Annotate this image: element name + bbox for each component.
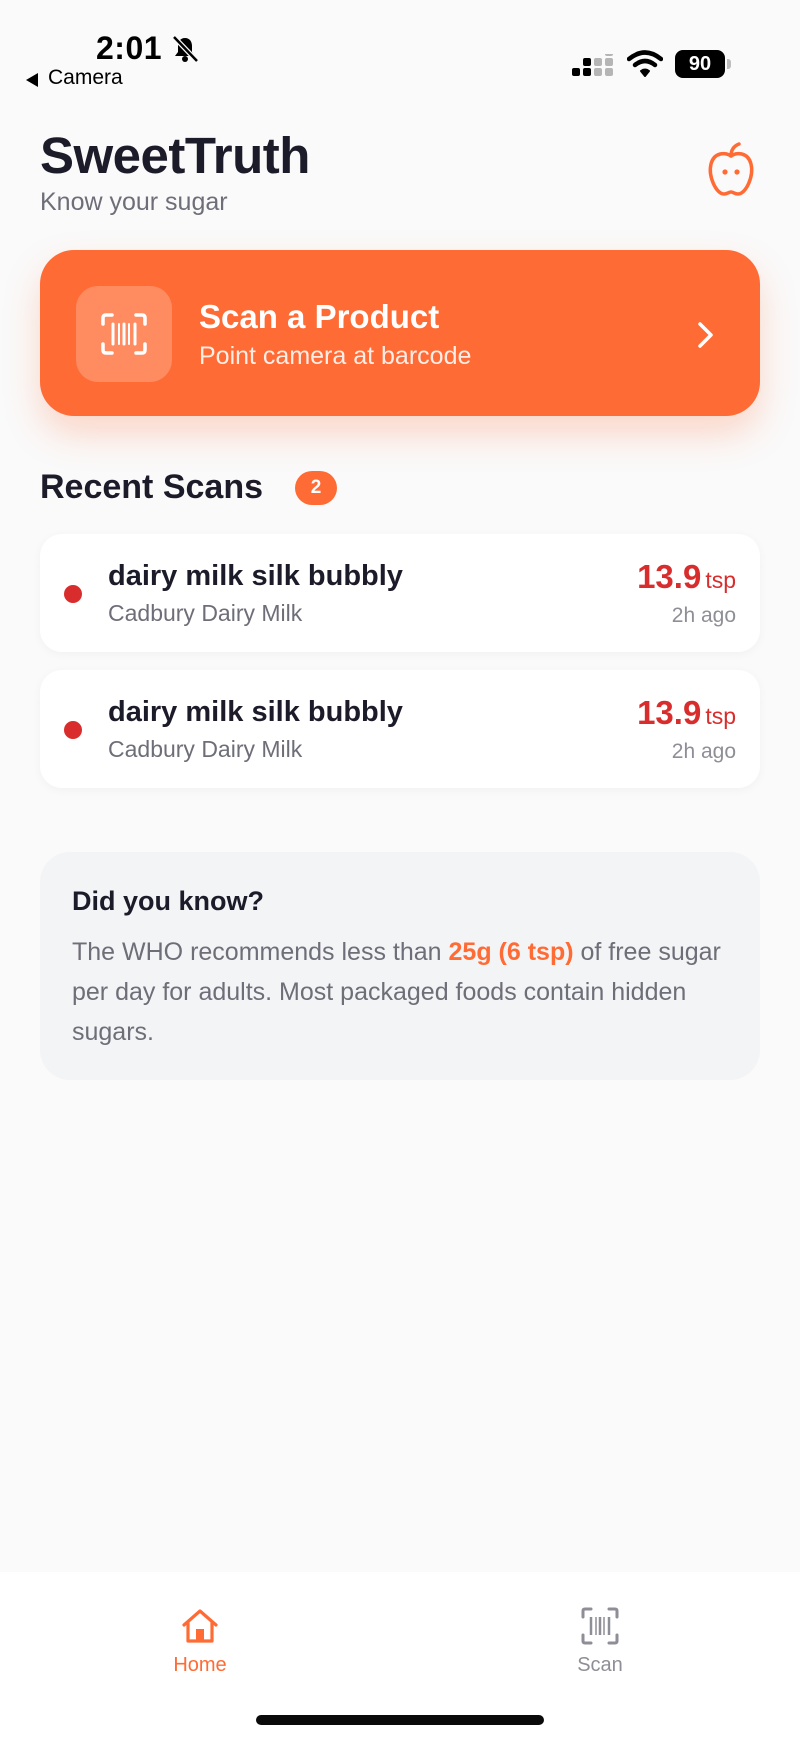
sugar-amount-unit: tsp [705, 567, 736, 593]
chevron-right-icon [698, 322, 713, 348]
battery-indicator: 90 [675, 50, 733, 78]
wifi-icon [627, 50, 663, 77]
info-body: The WHO recommends less than 25g (6 tsp)… [72, 932, 722, 1052]
sugar-amount-unit: tsp [705, 703, 736, 729]
sugar-amount: 13.9 tsp [637, 694, 736, 732]
info-body-start: The WHO recommends less than [72, 938, 449, 966]
product-brand: Cadbury Dairy Milk [108, 600, 303, 626]
recent-scan-item[interactable]: dairy milk silk bubbly Cadbury Dairy Mil… [40, 534, 760, 652]
tab-home-label: Home [173, 1654, 227, 1676]
sugar-amount: 13.9 tsp [637, 558, 736, 596]
scan-card-title: Scan a Product [199, 298, 440, 335]
info-title: Did you know? [72, 886, 264, 916]
status-time: 2:01 [96, 30, 163, 66]
home-indicator[interactable] [256, 1715, 544, 1725]
sugar-amount-value: 13.9 [637, 694, 702, 731]
recent-scans-heading: Recent Scans [40, 468, 263, 506]
app-subtitle: Know your sugar [40, 188, 228, 216]
product-name: dairy milk silk bubbly [108, 696, 403, 728]
scan-time: 2h ago [671, 604, 736, 627]
battery-cap [727, 59, 731, 69]
bell-slash-icon [172, 35, 199, 63]
scan-product-button[interactable]: Scan a Product Point camera at barcode [40, 250, 760, 416]
barcode-icon-box [76, 286, 172, 382]
back-arrow-icon[interactable] [24, 72, 40, 88]
cellular-signal-icon [572, 54, 613, 76]
barcode-icon [101, 313, 147, 355]
product-brand: Cadbury Dairy Milk [108, 736, 303, 762]
sugar-amount-value: 13.9 [637, 558, 702, 595]
home-icon [182, 1609, 218, 1643]
info-highlight: 25g (6 tsp) [448, 938, 574, 966]
recent-scans-count-badge: 2 [295, 471, 337, 505]
barcode-scan-icon [581, 1607, 619, 1645]
apple-icon [708, 142, 754, 196]
scan-time: 2h ago [671, 740, 736, 763]
back-to-camera-link[interactable]: Camera [48, 66, 123, 90]
recent-scan-item[interactable]: dairy milk silk bubbly Cadbury Dairy Mil… [40, 670, 760, 788]
battery-level: 90 [675, 50, 725, 78]
sugar-level-dot [64, 721, 82, 739]
app-title: SweetTruth [40, 127, 310, 184]
product-name: dairy milk silk bubbly [108, 560, 403, 592]
sugar-level-dot [64, 585, 82, 603]
did-you-know-card: Did you know? The WHO recommends less th… [40, 852, 760, 1080]
tab-scan[interactable]: Scan [540, 1592, 660, 1682]
tab-scan-label: Scan [577, 1654, 623, 1676]
status-bar: 2:01 Camera 90 [0, 0, 800, 100]
tab-home[interactable]: Home [140, 1592, 260, 1682]
scan-card-subtitle: Point camera at barcode [199, 342, 472, 370]
bottom-tab-bar: Home Scan [0, 1572, 800, 1739]
